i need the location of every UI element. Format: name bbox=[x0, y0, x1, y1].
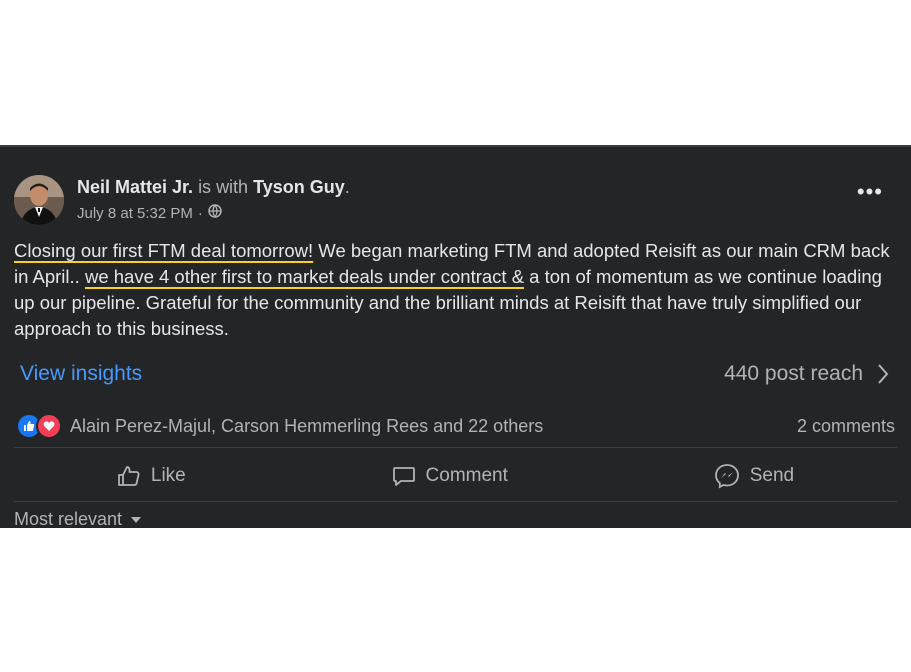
timestamp-separator: · bbox=[197, 204, 203, 222]
highlighted-text-2: we have 4 other first to market deals un… bbox=[84, 266, 525, 287]
post-timestamp[interactable]: July 8 at 5:32 PM bbox=[77, 205, 193, 222]
reaction-icons bbox=[16, 413, 62, 439]
post-reach-text: 440 post reach bbox=[724, 362, 863, 385]
post-reach-button[interactable]: 440 post reach bbox=[724, 362, 889, 386]
author-line: Neil Mattei Jr. is with Tyson Guy. bbox=[77, 177, 350, 198]
send-label: Send bbox=[749, 465, 795, 486]
comment-icon bbox=[392, 467, 415, 486]
post-meta: Neil Mattei Jr. is with Tyson Guy. July … bbox=[77, 177, 350, 222]
comments-count[interactable]: 2 comments bbox=[797, 416, 895, 437]
timestamp-line: July 8 at 5:32 PM · bbox=[77, 204, 350, 222]
with-text: is with bbox=[198, 177, 249, 197]
reactions-row: Alain Perez-Majul, Carson Hemmerling Ree… bbox=[16, 413, 895, 439]
tagged-person[interactable]: Tyson Guy bbox=[253, 177, 345, 197]
author-avatar[interactable] bbox=[14, 175, 64, 225]
more-options-button[interactable]: ••• bbox=[857, 181, 883, 203]
reactors-text: Alain Perez-Majul, Carson Hemmerling Ree… bbox=[70, 415, 544, 436]
like-button[interactable]: Like bbox=[117, 465, 186, 487]
post-text: Closing our first FTM deal tomorrow! We … bbox=[14, 238, 894, 342]
comment-button[interactable]: Comment bbox=[392, 465, 508, 487]
love-icon bbox=[36, 413, 62, 439]
send-button[interactable]: Send bbox=[714, 463, 794, 489]
author-name[interactable]: Neil Mattei Jr. bbox=[77, 177, 193, 197]
thumbs-up-icon bbox=[117, 466, 140, 486]
highlighted-text-1: Closing our first FTM deal tomorrow! bbox=[14, 240, 314, 261]
reactors-summary[interactable]: Alain Perez-Majul, Carson Hemmerling Ree… bbox=[16, 413, 543, 439]
comment-label: Comment bbox=[425, 465, 508, 486]
comment-sort-label: Most relevant bbox=[14, 509, 123, 528]
chevron-right-icon bbox=[878, 364, 889, 384]
messenger-icon bbox=[714, 464, 739, 489]
caret-down-icon bbox=[131, 516, 142, 523]
divider-top bbox=[14, 447, 897, 448]
globe-icon bbox=[208, 204, 222, 222]
tagged-suffix: . bbox=[344, 177, 350, 197]
facebook-post-card: Neil Mattei Jr. is with Tyson Guy. July … bbox=[0, 145, 911, 528]
view-insights-link[interactable]: View insights bbox=[20, 362, 142, 386]
post-header: Neil Mattei Jr. is with Tyson Guy. July … bbox=[14, 175, 350, 225]
comment-sort-dropdown[interactable]: Most relevant bbox=[14, 509, 142, 528]
divider-bottom bbox=[14, 501, 897, 502]
avatar-photo bbox=[14, 175, 64, 225]
insights-row: View insights 440 post reach bbox=[20, 359, 889, 389]
post-actions: Like Comment Send bbox=[14, 456, 897, 496]
like-label: Like bbox=[150, 465, 186, 486]
